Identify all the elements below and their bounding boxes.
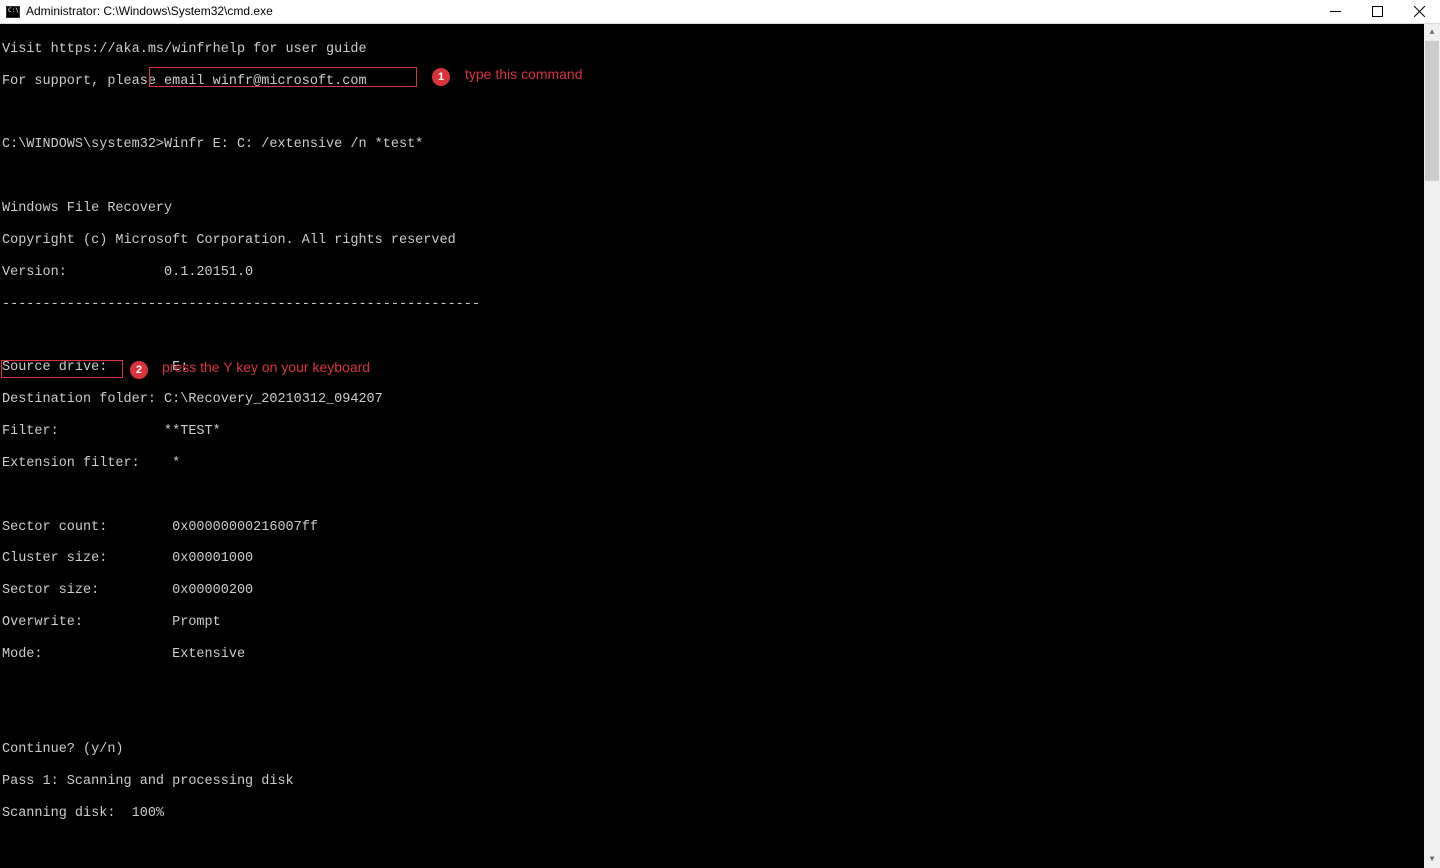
mode-line: Mode: Extensive [2,647,1438,663]
window-title: Administrator: C:\Windows\System32\cmd.e… [26,4,1328,18]
prompt-path: C:\WINDOWS\system32> [2,137,164,152]
vertical-scrollbar[interactable]: ▲ ▼ [1424,24,1440,868]
pass1-title: Pass 1: Scanning and processing disk [2,774,1438,790]
minimize-button[interactable] [1328,5,1342,19]
scanning-line: Scanning disk: 100% [2,806,1438,822]
window-titlebar: Administrator: C:\Windows\System32\cmd.e… [0,0,1440,24]
scroll-down-arrow[interactable]: ▼ [1424,851,1440,868]
annotation-text-1: type this command [465,66,583,83]
scrollbar-thumb[interactable] [1425,41,1439,181]
filter-line: Filter: **TEST* [2,424,1438,440]
sector-size-line: Sector size: 0x00000200 [2,583,1438,599]
command-text: Winfr E: C: /extensive /n *test* [164,137,423,152]
cmd-icon [6,6,20,18]
ext-filter-line: Extension filter: * [2,456,1438,472]
close-button[interactable] [1412,5,1426,19]
scroll-up-arrow[interactable]: ▲ [1424,24,1440,41]
overwrite-line: Overwrite: Prompt [2,615,1438,631]
continue-prompt: Continue? (y/n) [2,742,1438,758]
annotation-badge-1: 1 [432,68,450,86]
destination-line: Destination folder: C:\Recovery_20210312… [2,392,1438,408]
annotation-badge-2: 2 [130,361,148,379]
copyright-line: Copyright (c) Microsoft Corporation. All… [2,233,1438,249]
maximize-button[interactable] [1370,5,1384,19]
support-line: For support, please email winfr@microsof… [2,74,1438,90]
prompt-line: C:\WINDOWS\system32>Winfr E: C: /extensi… [2,137,1438,153]
help-line: Visit https://aka.ms/winfrhelp for user … [2,42,1438,58]
cluster-size-line: Cluster size: 0x00001000 [2,551,1438,567]
separator-line: ----------------------------------------… [2,297,1438,313]
version-line: Version: 0.1.20151.0 [2,265,1438,281]
app-name: Windows File Recovery [2,201,1438,217]
terminal-output[interactable]: Visit https://aka.ms/winfrhelp for user … [0,24,1440,868]
annotation-text-2: press the Y key on your keyboard [162,359,370,376]
sector-count-line: Sector count: 0x00000000216007ff [2,520,1438,536]
